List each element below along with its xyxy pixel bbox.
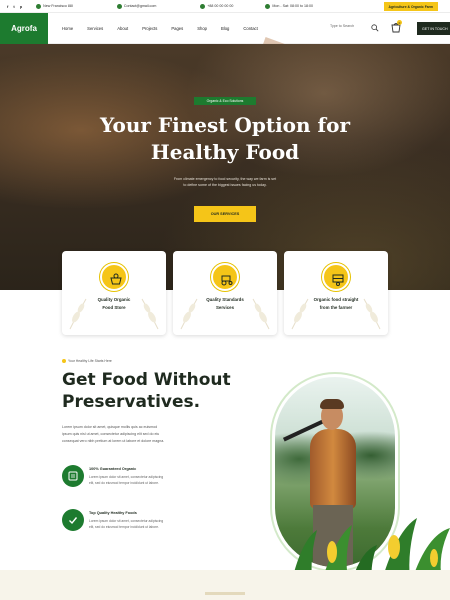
- about-feature-title: 100% Guaranteed Organic: [89, 467, 137, 471]
- nav-item-shop[interactable]: Shop: [197, 26, 207, 31]
- feature-title: Quality Standards Services: [183, 296, 267, 312]
- about-feature-title: Top Quality Healthy Foods: [89, 511, 137, 515]
- about-heading-line2: Preservatives.: [62, 392, 201, 412]
- about-heading: Get Food Without Preservatives.: [62, 369, 262, 413]
- basket-icon: [110, 273, 122, 285]
- feature-title-line1: Quality Organic: [97, 297, 131, 302]
- feature-icon-circle: [62, 465, 84, 487]
- site-logo[interactable]: Agrofa: [0, 12, 48, 44]
- mail-icon: [116, 3, 122, 9]
- main-nav: Agrofa Home Services About Projects Page…: [0, 12, 450, 44]
- email-text[interactable]: Contact@gmail.com: [124, 4, 156, 8]
- about-feature-desc: Lorem ipsum dolor sit amet, consectetur …: [89, 474, 209, 486]
- about-tag-text: Your Healthy Life Starts Here: [68, 359, 112, 363]
- clock-icon: [265, 3, 271, 9]
- about-feature-organic: 100% Guaranteed Organic Lorem ipsum dolo…: [62, 465, 242, 495]
- feature-title: Organic food straight from the farmer: [294, 296, 378, 312]
- hero-title-line2: Healthy Food: [150, 140, 300, 164]
- about-feature-desc-line2: elit, sed do eiusmod tempor incididunt u…: [89, 525, 160, 529]
- corn-plants-decor: [292, 518, 450, 580]
- phone-info: +88 00 00 00 00: [200, 3, 233, 9]
- about-feature-healthy: Top Quality Healthy Foods Lorem ipsum do…: [62, 509, 242, 539]
- about-feature-desc-line2: elit, sed do eiusmod tempor incididunt u…: [89, 481, 160, 485]
- about-paragraph-line3: consequat vero nibh pretium at lorem ut …: [62, 439, 165, 443]
- next-section-tag: [205, 592, 245, 595]
- about-feature-desc: Lorem ipsum dolor sit amet, consectetur …: [89, 518, 209, 530]
- feature-card-organic-store[interactable]: Quality Organic Food Store: [62, 251, 166, 335]
- feature-icon-circle: [100, 263, 128, 291]
- search-input[interactable]: Type to Search: [330, 24, 354, 28]
- hero-subtitle-line2: to define some of the biggest issues fac…: [183, 183, 267, 187]
- feature-card-quality-standards[interactable]: Quality Standards Services: [173, 251, 277, 335]
- facebook-icon[interactable]: f: [7, 4, 8, 9]
- address-text: New Francisco 88I: [43, 4, 73, 8]
- twitter-icon[interactable]: t: [13, 4, 14, 9]
- email-info: Contact@gmail.com: [116, 3, 156, 9]
- nav-item-blog[interactable]: Blog: [221, 26, 229, 31]
- feature-title-line2: Services: [215, 305, 235, 310]
- nav-item-services[interactable]: Services: [87, 26, 103, 31]
- nav-item-projects[interactable]: Projects: [142, 26, 157, 31]
- nav-item-home[interactable]: Home: [62, 26, 73, 31]
- address-info: New Francisco 88I: [36, 3, 73, 9]
- hero-title: Your Finest Option for Healthy Food: [60, 112, 390, 166]
- certificate-icon: [68, 471, 78, 481]
- hero-subtitle: From climate emergency to food security,…: [130, 176, 320, 188]
- top-cta-button[interactable]: Agriculture & Organic Farm: [383, 2, 438, 11]
- next-section-strip: [0, 570, 450, 600]
- feature-icon-circle: [322, 263, 350, 291]
- feature-card-straight-from-farmer[interactable]: Organic food straight from the farmer: [284, 251, 388, 335]
- nav-menu: Home Services About Projects Pages Shop …: [62, 26, 258, 31]
- about-heading-line1: Get Food Without: [62, 370, 231, 390]
- pinterest-icon[interactable]: p: [20, 4, 22, 9]
- feature-title-line2: Food Store: [102, 305, 126, 310]
- nav-item-about[interactable]: About: [117, 26, 128, 31]
- nav-item-pages[interactable]: Pages: [171, 26, 183, 31]
- feature-title-line2: from the farmer: [319, 305, 353, 310]
- nav-item-contact[interactable]: Contact: [243, 26, 257, 31]
- phone-icon: [200, 3, 206, 9]
- hours-text: Mon - Sat: 08:00 to 18:00: [272, 4, 313, 8]
- feature-icon-circle: [211, 263, 239, 291]
- about-paragraph-line1: Lorem ipsum dolor sit amet, quisque moll…: [62, 425, 158, 429]
- farmer-body: [310, 429, 356, 509]
- hero-tag-label: Organic & Eco Solutions: [194, 97, 256, 105]
- about-tag: Your Healthy Life Starts Here: [62, 359, 112, 363]
- phone-text[interactable]: +88 00 00 00 00: [207, 4, 233, 8]
- location-icon: [36, 3, 42, 9]
- tractor-icon: [221, 275, 233, 286]
- hours-info: Mon - Sat: 08:00 to 18:00: [265, 3, 313, 9]
- check-icon: [69, 517, 78, 525]
- feature-title-line1: Quality Standards: [206, 297, 244, 302]
- search-icon[interactable]: [371, 24, 379, 32]
- feature-icon-circle: [62, 509, 84, 531]
- social-links: f t p: [7, 4, 22, 9]
- get-in-touch-button[interactable]: GET IN TOUCH: [417, 22, 450, 35]
- farm-cart-icon: [332, 274, 344, 286]
- about-paragraph-line2: ipsum quis nisl ut amet, consectetur adi…: [62, 432, 160, 436]
- cart-count-badge: 0: [397, 20, 402, 25]
- feature-title-line1: Organic food straight: [313, 297, 359, 302]
- farmer-hair: [320, 399, 344, 409]
- top-bar: f t p New Francisco 88I Contact@gmail.co…: [0, 0, 450, 13]
- feature-title: Quality Organic Food Store: [72, 296, 156, 312]
- our-services-button[interactable]: OUR SERVICES: [194, 206, 256, 222]
- about-paragraph: Lorem ipsum dolor sit amet, quisque moll…: [62, 424, 222, 445]
- leaf-bullet-icon: [62, 359, 66, 363]
- hero-title-line1: Your Finest Option for: [99, 113, 350, 137]
